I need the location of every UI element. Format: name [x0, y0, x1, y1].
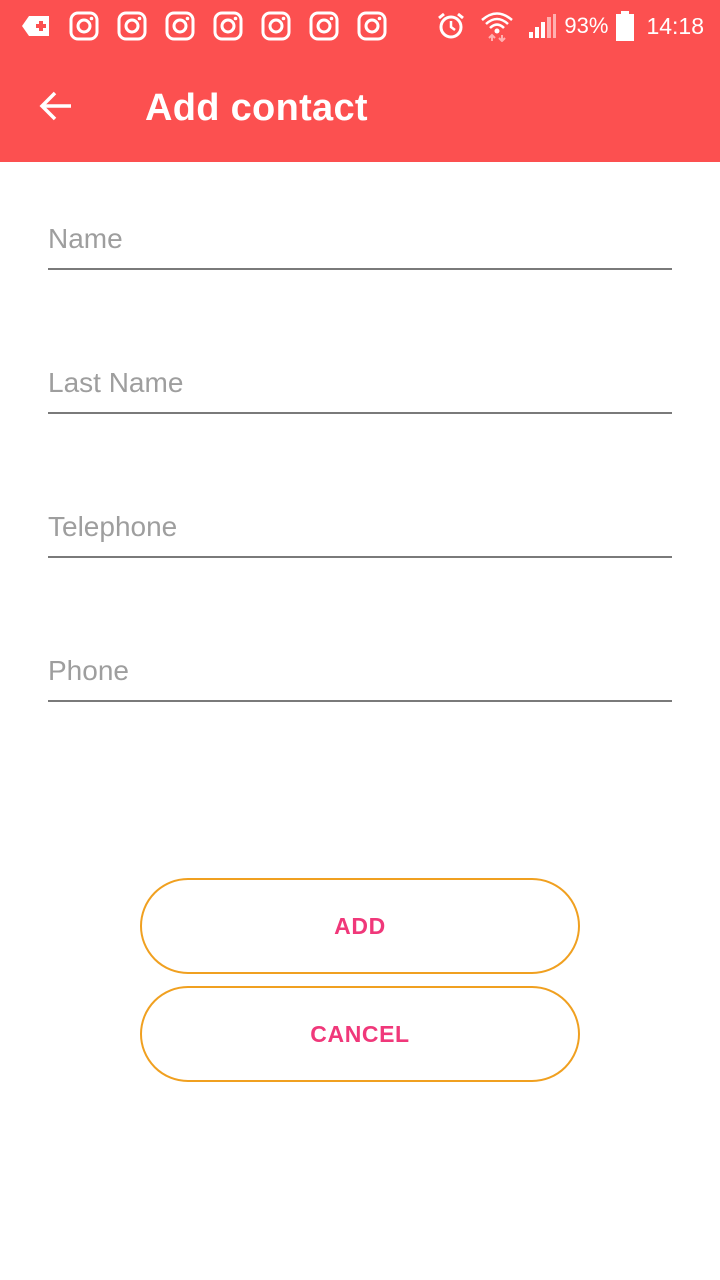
name-field[interactable] [48, 214, 672, 270]
alarm-clock-icon [436, 11, 466, 41]
instagram-icon [116, 10, 148, 42]
notification-icons [20, 10, 404, 42]
name-field-container [48, 214, 672, 274]
arrow-back-icon [38, 88, 74, 129]
clock-time: 14:18 [646, 12, 704, 39]
app-toolbar: Add contact [0, 52, 720, 162]
wifi-icon [480, 10, 514, 42]
phone-field[interactable] [48, 646, 672, 702]
battery-icon [616, 11, 635, 41]
add-contact-screen: 93% 14:18 Add contact Name Last Name Tel… [0, 0, 720, 1280]
telephone-field-container [48, 502, 672, 562]
instagram-icon [68, 10, 100, 42]
system-status: 93% 14:18 [422, 8, 704, 44]
add-button[interactable]: ADD [140, 878, 580, 974]
cell-signal-icon [528, 14, 557, 38]
instagram-icon [260, 10, 292, 42]
last-name-field-container [48, 358, 672, 418]
phone-field-container [48, 646, 672, 706]
last-name-field[interactable] [48, 358, 672, 414]
instagram-icon [356, 10, 388, 42]
status-bar: 93% 14:18 [0, 0, 720, 52]
battery-percent: 93% [564, 13, 609, 38]
telephone-field[interactable] [48, 502, 672, 558]
medical-kit-icon [20, 10, 52, 42]
back-button[interactable] [28, 80, 84, 136]
instagram-icon [308, 10, 340, 42]
instagram-icon [164, 10, 196, 42]
instagram-icon [212, 10, 244, 42]
page-title: Add contact [145, 87, 368, 129]
cancel-button[interactable]: CANCEL [140, 986, 580, 1082]
